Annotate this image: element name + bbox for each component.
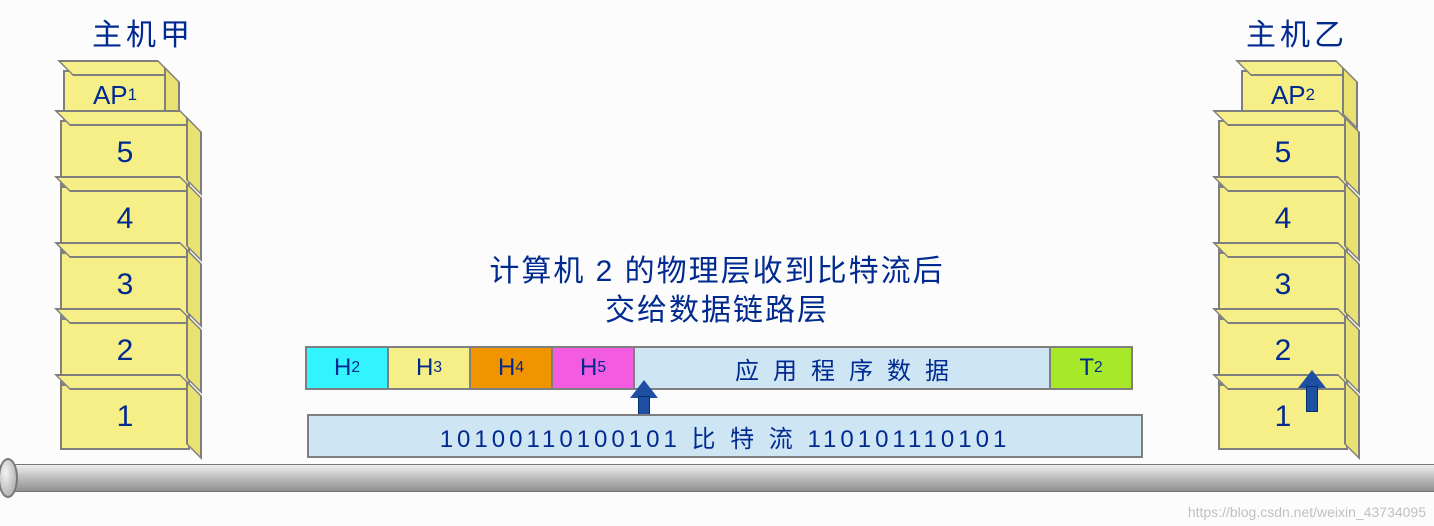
layer-label: 2 <box>1275 334 1292 368</box>
seg-t2-label: T <box>1079 354 1094 382</box>
watermark: https://blog.csdn.net/weixin_43734095 <box>1188 504 1426 520</box>
layer-label: 5 <box>117 136 134 170</box>
layer-label: 1 <box>1275 400 1292 434</box>
ap-right-sub: 2 <box>1306 85 1315 105</box>
host-left-stack: AP1 5 4 3 2 1 <box>60 70 190 450</box>
ap-right-label: AP <box>1271 80 1306 111</box>
host-right-title: 主机乙 <box>1246 10 1348 54</box>
layer-label: 3 <box>1275 268 1292 302</box>
seg-h4: H4 <box>469 346 553 390</box>
layer-box: 1 <box>60 384 190 450</box>
caption-line1: 计算机 2 的物理层收到比特流后 <box>489 252 944 291</box>
seg-t2: T2 <box>1049 346 1133 390</box>
frame-row: H2 H3 H4 H5 应用程序数据 T2 <box>307 346 1133 390</box>
layer-label: 4 <box>117 202 134 236</box>
seg-h2: H2 <box>305 346 389 390</box>
seg-h3-label: H <box>416 354 433 382</box>
layer-label: 2 <box>117 334 134 368</box>
seg-h5-label: H <box>580 354 597 382</box>
layer-label: 1 <box>117 400 134 434</box>
seg-h3-sub: 3 <box>433 359 442 377</box>
arrow-up-icon <box>1300 372 1324 412</box>
seg-h5-sub: 5 <box>597 359 606 377</box>
network-pipe <box>4 464 1434 492</box>
host-right-stack: AP2 5 4 3 2 1 <box>1218 70 1348 450</box>
seg-h3: H3 <box>387 346 471 390</box>
host-left-title: 主机甲 <box>92 10 194 54</box>
seg-h2-label: H <box>334 354 351 382</box>
layer-box: 1 <box>1218 384 1348 450</box>
pipe-cap <box>0 458 18 498</box>
caption: 计算机 2 的物理层收到比特流后 交给数据链路层 <box>489 252 944 330</box>
ap-left-label: AP <box>93 80 128 111</box>
layer-label: 4 <box>1275 202 1292 236</box>
layer-label: 5 <box>1275 136 1292 170</box>
seg-data: 应用程序数据 <box>633 346 1051 390</box>
seg-h4-label: H <box>498 354 515 382</box>
layer-label: 3 <box>117 268 134 302</box>
ap-left-sub: 1 <box>128 85 137 105</box>
caption-line2: 交给数据链路层 <box>489 291 944 330</box>
seg-h2-sub: 2 <box>351 359 360 377</box>
seg-t2-sub: 2 <box>1094 359 1103 377</box>
seg-h4-sub: 4 <box>515 359 524 377</box>
bitstream-row: 10100110100101 比 特 流 110101110101 <box>307 414 1143 458</box>
seg-h5: H5 <box>551 346 635 390</box>
